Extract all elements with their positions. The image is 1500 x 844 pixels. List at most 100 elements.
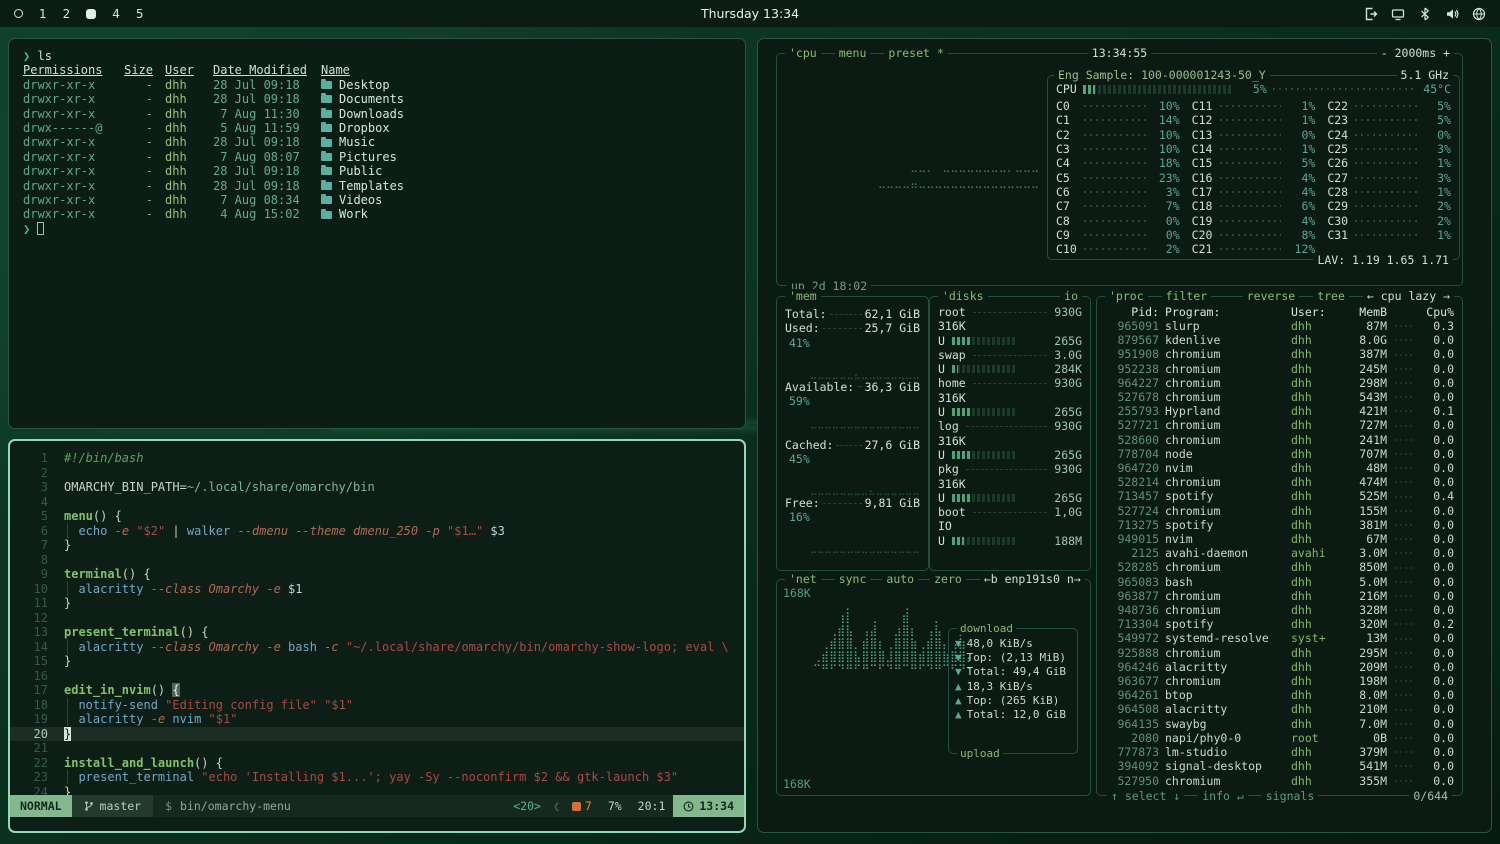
topbar-clock: Thursday 13:34 — [701, 6, 799, 21]
net-scale-top: 168K — [783, 586, 811, 600]
process-row[interactable]: 964508alacrittydhh210M0.0 — [1105, 702, 1454, 716]
ls-row: drwxr-xr-x-dhh28 Jul 09:18Templates — [9, 179, 745, 193]
user: dhh — [165, 135, 201, 149]
process-row[interactable]: 964135swaybgdhh7.0M0.0 — [1105, 717, 1454, 731]
process-row[interactable]: 948736chromiumdhh328M0.0 — [1105, 603, 1454, 617]
process-row[interactable]: 964227chromiumdhh298M0.0 — [1105, 376, 1454, 390]
menu-button[interactable]: menu — [835, 46, 871, 60]
disk-used-meter — [952, 337, 1016, 345]
sync-button[interactable]: sync — [835, 572, 871, 586]
editor-line: 8 — [10, 553, 744, 568]
auto-button[interactable]: auto — [882, 572, 918, 586]
process-row[interactable]: 713457spotifydhh525M0.4 — [1105, 489, 1454, 503]
permissions: drwxr-xr-x — [23, 135, 111, 149]
process-row[interactable]: 964720nvimdhh48M0.0 — [1105, 461, 1454, 475]
git-branch-name: master — [100, 799, 142, 813]
process-row[interactable]: 964246alacrittydhh209M0.0 — [1105, 660, 1454, 674]
process-row[interactable]: 255793Hyprlanddhh421M0.1 — [1105, 404, 1454, 418]
net-stats-box: download upload ▼48,0 KiB/s▼Top: (2,13 M… — [948, 628, 1078, 754]
date-modified: 7 Aug 08:34 — [213, 193, 309, 207]
process-row[interactable]: 964261btopdhh8.0M0.0 — [1105, 688, 1454, 702]
process-row[interactable]: 527721chromiumdhh727M0.0 — [1105, 418, 1454, 432]
neovim-window[interactable]: 1#!/bin/bash23OMARCHY_BIN_PATH=~/.local/… — [8, 439, 746, 833]
line-number: 18 — [10, 698, 64, 713]
user: dhh — [165, 207, 201, 221]
process-row[interactable]: 963677chromiumdhh198M0.0 — [1105, 674, 1454, 688]
cpu-history-graph: ⠒⠒⠂⠀⠒⠒⠒⠒⠒⠒⠒⠒⠂⠒⠒⠒⠤⠤⠤⠤⠶⠤⠤⠤⠤⠤⠤⠤⠤⠤⠤⠤⠤⠤⠤⠤ — [791, 166, 1039, 192]
process-row[interactable]: 2080napi/phy0-0root0B0.0 — [1105, 731, 1454, 745]
process-row[interactable]: 394092signal-desktopdhh541M0.0 — [1105, 759, 1454, 773]
process-row[interactable]: 528600chromiumdhh241M0.0 — [1105, 433, 1454, 447]
line-number: 21 — [10, 741, 64, 756]
process-row[interactable]: 713304spotifydhh320M0.2 — [1105, 617, 1454, 631]
workspace-circle-icon[interactable] — [14, 9, 23, 18]
ls-row: drwxr-xr-x-dhh 7 Aug 08:07Pictures — [9, 150, 745, 164]
filetype-icon: $ — [165, 799, 172, 813]
process-row[interactable]: 925888chromiumdhh295M0.0 — [1105, 646, 1454, 660]
ls-row: drwxr-xr-x-dhh28 Jul 09:18Public — [9, 164, 745, 178]
process-row[interactable]: 879567kdenlivedhh8.0G0.0 — [1105, 333, 1454, 347]
process-row[interactable]: 528285chromiumdhh850M0.0 — [1105, 560, 1454, 574]
line-number: 3 — [10, 480, 64, 495]
process-row[interactable]: 965083bashdhh5.0M0.0 — [1105, 575, 1454, 589]
size: - — [123, 135, 153, 149]
logout-icon[interactable] — [1364, 7, 1378, 21]
process-row[interactable]: 949015nvimdhh67M0.0 — [1105, 532, 1454, 546]
globe-icon[interactable] — [1472, 7, 1486, 21]
process-count: 0/644 — [1409, 789, 1452, 803]
zero-button[interactable]: zero — [930, 572, 966, 586]
process-row[interactable]: 527678chromiumdhh543M0.0 — [1105, 390, 1454, 404]
proc-column-header: Cpu% — [1422, 305, 1454, 319]
process-row[interactable]: 963877chromiumdhh216M0.0 — [1105, 589, 1454, 603]
io-mode-button[interactable]: io — [1060, 289, 1082, 303]
editor-lines[interactable]: 1#!/bin/bash23OMARCHY_BIN_PATH=~/.local/… — [10, 441, 744, 795]
user: dhh — [165, 164, 201, 178]
update-interval-control[interactable]: - 2000ms + — [1377, 46, 1454, 60]
cpu-core: C194% — [1192, 213, 1316, 227]
select-control[interactable]: ↑ select ↓ — [1107, 789, 1184, 803]
bluetooth-icon[interactable] — [1418, 7, 1432, 21]
up-arrow-icon: ▲ — [955, 680, 962, 694]
line-number: 8 — [10, 553, 64, 568]
process-row[interactable]: 527950chromiumdhh355M0.0 — [1105, 774, 1454, 788]
sort-selector[interactable]: ← cpu lazy → — [1363, 289, 1454, 303]
process-row[interactable]: 965091slurpdhh87M0.3 — [1105, 319, 1454, 333]
process-row[interactable]: 777873lm-studiodhh379M0.0 — [1105, 745, 1454, 759]
permissions: drwxr-xr-x — [23, 179, 111, 193]
mode-indicator: NORMAL — [10, 795, 72, 817]
preset-button[interactable]: preset * — [884, 46, 947, 60]
signals-control[interactable]: signals — [1262, 789, 1318, 803]
proc-column-header — [1393, 305, 1416, 319]
download-label: download — [957, 622, 1016, 635]
process-row[interactable]: 713275spotifydhh381M0.0 — [1105, 518, 1454, 532]
cpu-core: C121% — [1192, 113, 1316, 127]
workspace-5[interactable]: 5 — [136, 7, 144, 21]
process-row[interactable]: 549972systemd-resolvesyst+13M0.0 — [1105, 631, 1454, 645]
net-interface[interactable]: ←b enp191s0 n→ — [980, 572, 1085, 586]
filter-button[interactable]: filter — [1162, 289, 1212, 303]
info-control[interactable]: info ↵ — [1198, 789, 1248, 803]
process-row[interactable]: 528214chromiumdhh474M0.0 — [1105, 475, 1454, 489]
line-number: 10 — [10, 582, 64, 597]
warning-icon — [572, 802, 581, 811]
process-row[interactable]: 778704nodedhh707M0.0 — [1105, 447, 1454, 461]
terminal-window-ls[interactable]: ❯ ls PermissionsSizeUserDate ModifiedNam… — [8, 38, 746, 429]
ls-column-header: User — [165, 63, 201, 77]
tree-button[interactable]: tree — [1313, 289, 1349, 303]
process-row[interactable]: 951908chromiumdhh387M0.0 — [1105, 347, 1454, 361]
net-up-stat: ▲18,3 KiB/s — [955, 680, 1071, 694]
workspace-square-icon[interactable] — [86, 9, 96, 19]
btop-window[interactable]: 'cpu menu preset * 13:34:55 - 2000ms + ⠒… — [757, 38, 1492, 833]
process-row[interactable]: 527724chromiumdhh155M0.0 — [1105, 504, 1454, 518]
ls-row: drwxr-xr-x-dhh 7 Aug 11:30Downloads — [9, 107, 745, 121]
process-row[interactable]: 2125avahi-daemonavahi3.0M0.0 — [1105, 546, 1454, 560]
process-row[interactable]: 952238chromiumdhh245M0.0 — [1105, 362, 1454, 376]
file-name: Documents — [321, 92, 731, 106]
permissions: drwxr-xr-x — [23, 150, 111, 164]
reverse-button[interactable]: reverse — [1243, 289, 1299, 303]
workspace-2[interactable]: 2 — [63, 7, 71, 21]
workspace-4[interactable]: 4 — [112, 7, 120, 21]
workspace-1[interactable]: 1 — [39, 7, 47, 21]
screencast-icon[interactable] — [1391, 7, 1405, 21]
volume-icon[interactable] — [1445, 7, 1459, 21]
